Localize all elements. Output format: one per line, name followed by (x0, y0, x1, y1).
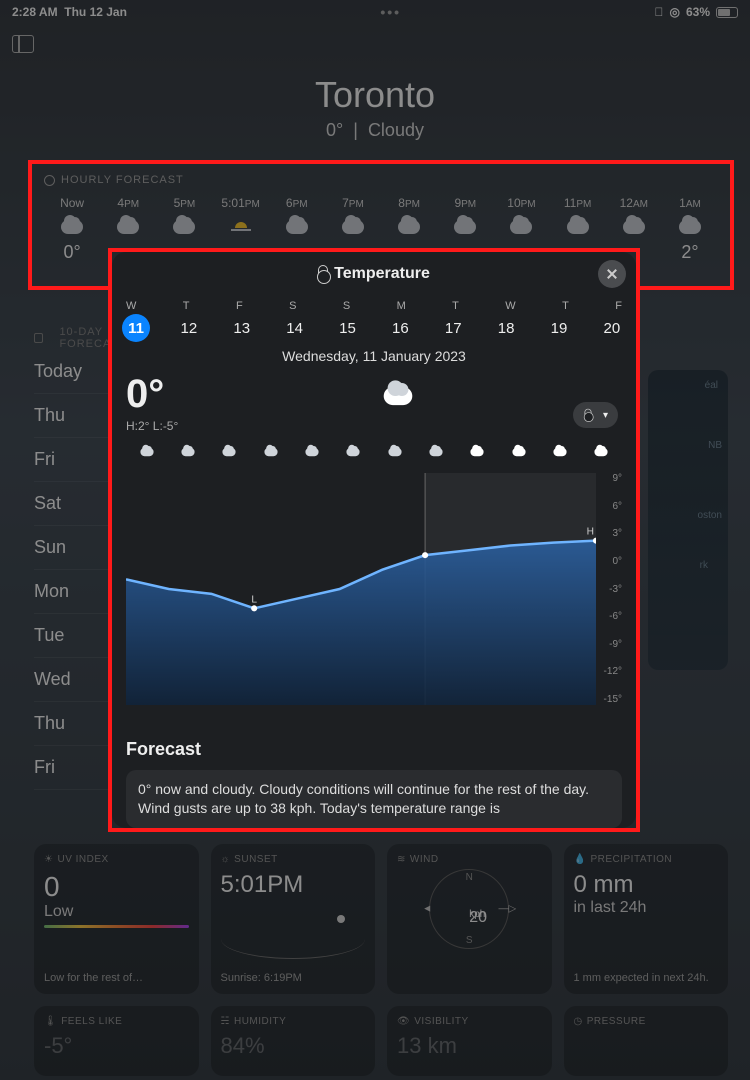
full-date: Wednesday, 11 January 2023 (112, 348, 636, 364)
sidebar-toggle-icon[interactable] (12, 35, 34, 53)
modal-title: Temperature (334, 265, 430, 283)
temperature-chart[interactable]: 9°6°3°0°-3°-6°-9°-12°-15° L H (126, 445, 622, 705)
date-button[interactable]: 18 (492, 314, 520, 342)
eye-icon: 👁 (397, 1016, 410, 1027)
wind-icon: ≋ (397, 854, 406, 865)
uv-gradient (44, 925, 189, 928)
cloud-icon (286, 220, 308, 234)
location-icon: ◎ (669, 5, 679, 19)
chevron-down-icon: ▾ (603, 410, 608, 421)
humidity-tile[interactable]: ☵HUMIDITY 84% (211, 1006, 376, 1076)
cloud-icon (347, 448, 360, 456)
cloud-icon (553, 448, 566, 456)
cloud-icon (140, 448, 153, 456)
hourly-label: HOURLY FORECAST (61, 174, 184, 186)
thermometer-icon (318, 265, 328, 283)
cloud-icon (679, 220, 701, 234)
precipitation-map[interactable]: éal NB oston rk (648, 370, 728, 670)
city-name: Toronto (0, 74, 750, 116)
sun-icon: ☀ (44, 854, 53, 865)
temperature-detail-modal: Temperature WTFSSMTWTF 11121314151617181… (112, 252, 636, 828)
date-button[interactable]: 12 (175, 314, 203, 342)
hour-column[interactable]: Now 0° (44, 196, 100, 263)
cloud-icon (471, 448, 484, 456)
close-button[interactable] (598, 260, 626, 288)
high-low: H:2° L:-5° (126, 419, 622, 433)
detail-tiles-row-2: 🌡FEELS LIKE -5° ☵HUMIDITY 84% 👁VISIBILIT… (34, 1006, 728, 1076)
cloud-icon (384, 386, 413, 404)
cloud-icon (567, 220, 589, 234)
cloud-icon (510, 220, 532, 234)
more-icon: ••• (127, 4, 655, 20)
battery-icon (716, 7, 738, 18)
date-button[interactable]: 13 (228, 314, 256, 342)
calendar-icon (34, 333, 43, 343)
cloud-icon (264, 448, 277, 456)
cloud-icon (388, 448, 401, 456)
date-row: 11 12 13 14 15 16 17 18 19 20 (112, 312, 636, 348)
location-header: Toronto 0° | Cloudy (0, 74, 750, 141)
compass: N S 20kph ◄ —▷ (429, 869, 509, 949)
arrow-right-icon: —▷ (499, 904, 517, 915)
modal-temp: 0° (126, 372, 164, 417)
status-bar: 2:28 AM Thu 12 Jan ••• 􀙇 ◎ 63% (0, 0, 750, 24)
cloud-icon (512, 448, 525, 456)
svg-text:L: L (251, 594, 257, 605)
arrow-left-icon: ◄ (422, 904, 432, 915)
date-button[interactable]: 11 (122, 314, 150, 342)
cloud-icon (305, 448, 318, 456)
status-date: Thu 12 Jan (64, 5, 127, 19)
date-button[interactable]: 20 (598, 314, 626, 342)
sun-arc (221, 919, 366, 959)
humidity-icon: ☵ (221, 1016, 230, 1027)
cloud-icon (454, 220, 476, 234)
wifi-icon: 􀙇 (654, 5, 663, 19)
clock-icon (44, 175, 55, 186)
status-time: 2:28 AM (12, 5, 58, 19)
weekday-row: WTFSSMTWTF (112, 296, 636, 312)
svg-text:H: H (587, 527, 594, 538)
current-condition: Cloudy (368, 120, 424, 140)
feels-like-tile[interactable]: 🌡FEELS LIKE -5° (34, 1006, 199, 1076)
gauge-icon: ◷ (574, 1016, 583, 1027)
date-button[interactable]: 14 (281, 314, 309, 342)
modal-header: Temperature (112, 252, 636, 296)
detail-tiles-row-1: ☀UV INDEX 0 Low Low for the rest of… ☼SU… (34, 844, 728, 994)
uv-index-tile[interactable]: ☀UV INDEX 0 Low Low for the rest of… (34, 844, 199, 994)
cloud-icon (595, 448, 608, 456)
date-button[interactable]: 17 (439, 314, 467, 342)
metric-picker[interactable]: ▾ (573, 402, 618, 428)
cloud-icon (181, 448, 194, 456)
thermometer-icon (584, 409, 591, 422)
cloud-icon (623, 220, 645, 234)
battery-percent: 63% (686, 5, 710, 19)
date-button[interactable]: 19 (545, 314, 573, 342)
date-button[interactable]: 15 (334, 314, 362, 342)
sunset-tile[interactable]: ☼SUNSET 5:01PM Sunrise: 6:19PM (211, 844, 376, 994)
pressure-tile[interactable]: ◷PRESSURE (564, 1006, 729, 1076)
cloud-icon (429, 448, 442, 456)
forecast-heading: Forecast (126, 739, 622, 760)
hour-column[interactable]: 1AM 2° (662, 196, 718, 263)
thermometer-icon: 🌡 (44, 1016, 57, 1027)
cloud-icon (223, 448, 236, 456)
sunset-icon: ☼ (221, 854, 231, 865)
precipitation-tile[interactable]: 💧PRECIPITATION 0 mm in last 24h 1 mm exp… (564, 844, 729, 994)
cloud-icon (61, 220, 83, 234)
toolbar (0, 24, 750, 64)
visibility-tile[interactable]: 👁VISIBILITY 13 km (387, 1006, 552, 1076)
sunset-icon (231, 220, 251, 234)
cloud-icon (342, 220, 364, 234)
date-button[interactable]: 16 (386, 314, 414, 342)
cloud-icon (398, 220, 420, 234)
cloud-icon (117, 220, 139, 234)
droplet-icon: 💧 (574, 854, 587, 865)
cloud-icon (173, 220, 195, 234)
forecast-text: 0° now and cloudy. Cloudy conditions wil… (126, 770, 622, 828)
wind-tile[interactable]: ≋WIND N S 20kph ◄ —▷ (387, 844, 552, 994)
current-temp: 0° (326, 120, 343, 140)
